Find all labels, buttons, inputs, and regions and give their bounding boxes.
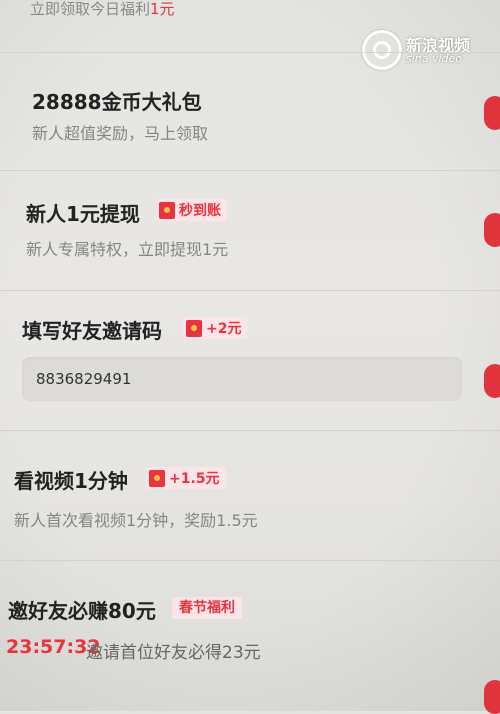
top-partial-label: 立即领取今日福利 [30,0,151,18]
task-desc-watch-video: 新人首次看视频1分钟，奖励1.5元 [14,511,258,530]
watermark-en-text: sina video [406,52,463,65]
task-action-button[interactable] [484,96,500,130]
red-envelope-icon [159,201,175,219]
invite-code-value: 8836829491 [36,370,132,388]
divider [0,52,500,53]
status-badge: +1.5元 [146,467,226,489]
task-title-gift-pack: 28888金币大礼包 [32,90,202,114]
task-desc-gift-pack: 新人超值奖励，马上领取 [32,124,209,143]
task-desc-withdraw: 新人专属特权，立即提现1元 [26,240,229,259]
task-action-button[interactable] [484,364,500,398]
badge-label: +2元 [206,321,242,337]
task-action-button[interactable] [484,680,500,714]
task-desc-invite-friends: 邀请首位好友必得23元 [86,643,261,663]
red-envelope-icon [149,469,165,487]
sina-eye-logo-icon [362,30,402,70]
invite-code-input[interactable]: 8836829491 [22,357,462,401]
divider [0,290,500,291]
sina-video-watermark: 新浪视频 sina video [362,26,482,70]
task-title-withdraw: 新人1元提现 [26,202,140,226]
task-title-invite-code: 填写好友邀请码 [22,319,162,343]
divider [0,560,500,561]
task-title-invite-friends: 邀好友必赚80元 [8,599,156,623]
partial-top-text: 立即领取今日福利1元 [30,0,175,19]
festival-badge: 春节福利 [172,597,242,619]
badge-label: +1.5元 [169,471,220,487]
red-envelope-icon [186,319,202,337]
task-action-button[interactable] [484,213,500,247]
status-badge: +2元 [183,317,248,339]
divider [0,430,500,431]
status-badge: 秒到账 [156,199,227,221]
badge-label: 秒到账 [179,203,221,219]
task-title-watch-video: 看视频1分钟 [14,469,128,493]
divider [0,170,500,171]
top-partial-amount: 1元 [150,0,175,18]
